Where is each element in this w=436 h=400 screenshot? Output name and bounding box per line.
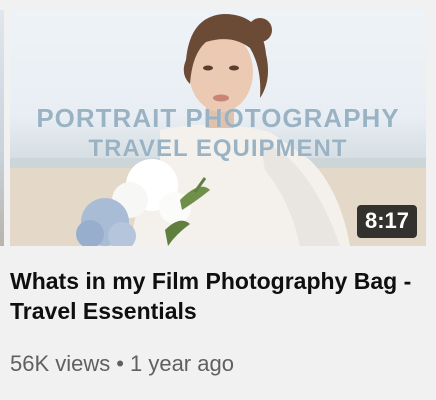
upload-age: 1 year ago — [129, 351, 234, 376]
video-thumbnail[interactable]: PORTRAIT PHOTOGRAPHY TRAVEL EQUIPMENT 8:… — [10, 10, 426, 246]
meta-separator: • — [116, 351, 124, 376]
previous-video-thumbnail-edge[interactable] — [0, 10, 4, 246]
video-card[interactable]: PORTRAIT PHOTOGRAPHY TRAVEL EQUIPMENT 8:… — [0, 0, 436, 400]
view-count: 56K views — [10, 351, 111, 376]
thumbnail-title-line1: PORTRAIT PHOTOGRAPHY — [36, 103, 400, 133]
video-metadata: 56K views • 1 year ago — [10, 351, 234, 377]
video-title[interactable]: Whats in my Film Photography Bag - Trave… — [10, 266, 420, 326]
thumbnail-title-line2: TRAVEL EQUIPMENT — [88, 135, 348, 162]
duration-badge: 8:17 — [356, 205, 417, 238]
